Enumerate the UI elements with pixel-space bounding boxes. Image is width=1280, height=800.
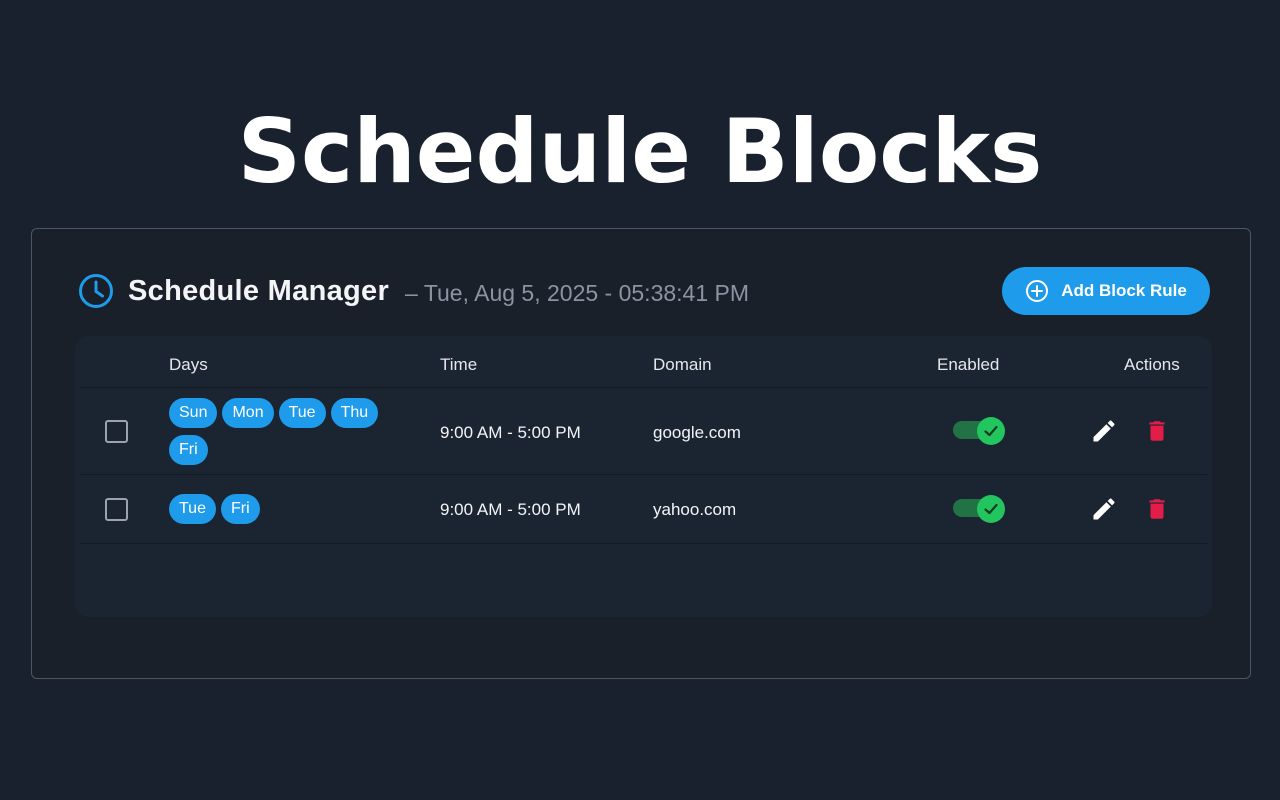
add-block-rule-label: Add Block Rule <box>1061 281 1187 300</box>
day-chip: Fri <box>169 435 208 465</box>
column-header-days: Days <box>169 355 208 374</box>
add-block-rule-button[interactable]: Add Block Rule <box>1002 267 1210 315</box>
day-chip: Tue <box>169 494 216 524</box>
day-chip: Thu <box>330 398 379 428</box>
day-chips: Tue Fri <box>169 494 409 524</box>
edit-icon[interactable] <box>1090 495 1118 523</box>
rule-time: 9:00 AM - 5:00 PM <box>440 500 581 519</box>
day-chip: Mon <box>222 398 274 428</box>
schedule-panel: Schedule Manager – Tue, Aug 5, 2025 - 05… <box>31 228 1251 679</box>
trash-icon[interactable] <box>1144 417 1170 445</box>
check-icon <box>977 495 1005 523</box>
column-header-domain: Domain <box>653 355 712 374</box>
day-chips: Sun Mon Tue Thu Fri <box>169 398 409 465</box>
panel-title: Schedule Manager <box>128 274 390 307</box>
trash-icon[interactable] <box>1144 495 1170 523</box>
hero-title: Schedule Blocks <box>237 100 1043 203</box>
table-row: Tue Fri 9:00 AM - 5:00 PM yahoo.com <box>80 476 1207 544</box>
rule-domain: yahoo.com <box>653 500 737 519</box>
enabled-toggle[interactable] <box>953 494 1007 524</box>
column-header-time: Time <box>440 355 478 374</box>
rule-time: 9:00 AM - 5:00 PM <box>440 423 581 442</box>
column-header-enabled: Enabled <box>937 355 1000 374</box>
panel-header: Schedule Manager – Tue, Aug 5, 2025 - 05… <box>78 267 1210 315</box>
clock-icon <box>78 273 114 309</box>
day-chip: Sun <box>169 398 218 428</box>
table-header: Days Time Domain Enabled Actions <box>80 336 1207 388</box>
table-row: Sun Mon Tue Thu Fri 9:00 AM - 5:00 PM go… <box>80 389 1207 475</box>
day-chip: Tue <box>278 398 326 428</box>
row-select-checkbox[interactable] <box>105 498 128 521</box>
column-header-actions: Actions <box>1124 355 1180 374</box>
edit-icon[interactable] <box>1090 417 1118 445</box>
check-icon <box>977 417 1005 445</box>
enabled-toggle[interactable] <box>953 416 1007 446</box>
row-select-checkbox[interactable] <box>105 420 128 443</box>
rule-domain: google.com <box>653 423 741 442</box>
rules-table: Days Time Domain Enabled Actions Sun Mon… <box>75 336 1212 617</box>
day-chip: Fri <box>220 494 260 524</box>
current-datetime: – Tue, Aug 5, 2025 - 05:38:41 PM <box>405 280 750 306</box>
plus-circle-icon <box>1025 279 1049 303</box>
